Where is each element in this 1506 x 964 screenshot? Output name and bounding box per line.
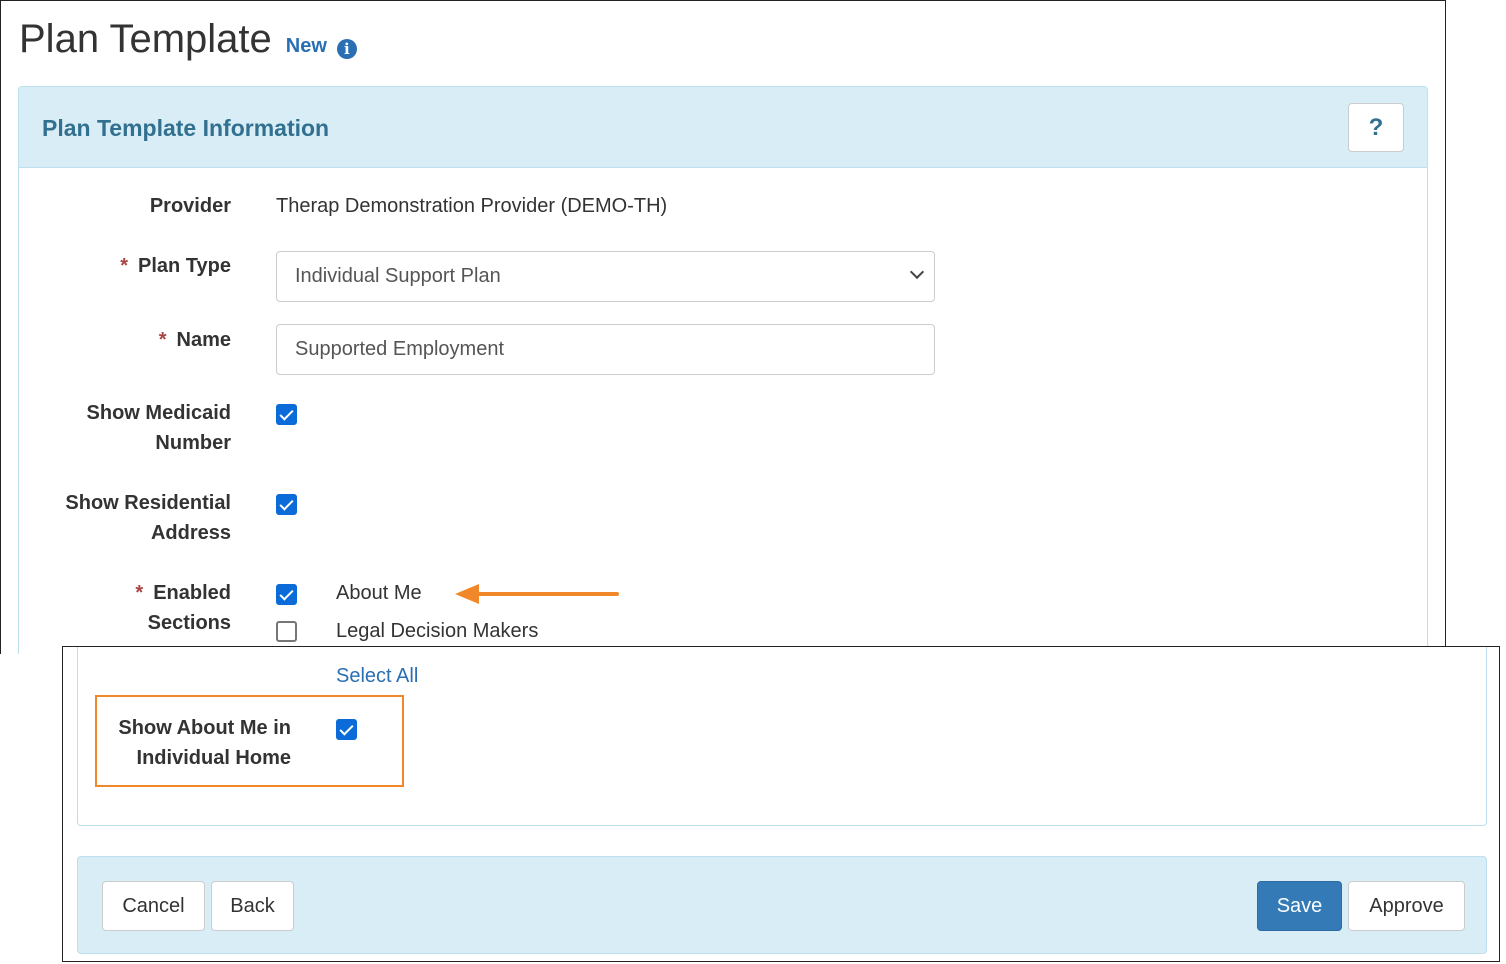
- panel-title: Plan Template Information: [42, 115, 330, 141]
- show-residential-label: Show Residential Address: [65, 492, 231, 544]
- required-marker: *: [135, 582, 144, 604]
- panel-heading: Plan Template Information ?: [19, 87, 1427, 168]
- name-input[interactable]: Supported Employment: [276, 324, 935, 375]
- annotation-arrow-icon: [455, 584, 619, 604]
- about-me-option-label[interactable]: About Me: [336, 578, 422, 608]
- name-label: * Name: [158, 329, 231, 351]
- page-status: New: [285, 35, 327, 57]
- show-residential-checkbox[interactable]: [276, 494, 297, 515]
- save-button[interactable]: Save: [1257, 881, 1342, 931]
- legal-decision-makers-option-label[interactable]: Legal Decision Makers: [336, 616, 538, 646]
- provider-value: Therap Demonstration Provider (DEMO-TH): [276, 195, 668, 217]
- approve-button[interactable]: Approve: [1348, 881, 1465, 931]
- form-screenshot-bottom: Select All Show About Me in Individual H…: [62, 646, 1500, 962]
- legal-decision-makers-checkbox[interactable]: [276, 621, 297, 642]
- annotation-highlight-box: [95, 695, 404, 787]
- about-me-checkbox[interactable]: [276, 584, 297, 605]
- form-screenshot-top: Plan Template New i Plan Template Inform…: [0, 0, 1446, 654]
- plan-type-select[interactable]: Individual Support Plan: [276, 251, 935, 302]
- page-header: Plan Template New i: [19, 17, 357, 62]
- show-medicaid-checkbox[interactable]: [276, 404, 297, 425]
- help-button[interactable]: ?: [1348, 103, 1404, 152]
- enabled-sections-label: * Enabled Sections: [135, 582, 231, 634]
- show-medicaid-label: Show Medicaid Number: [86, 402, 231, 454]
- select-all-link[interactable]: Select All: [336, 661, 418, 691]
- provider-label: Provider: [149, 195, 231, 217]
- chevron-down-icon: [909, 264, 925, 280]
- back-button[interactable]: Back: [211, 881, 294, 931]
- required-marker: *: [120, 255, 128, 277]
- form-footer: Cancel Back Save Approve: [77, 856, 1487, 954]
- cancel-button[interactable]: Cancel: [102, 881, 205, 931]
- info-circle-icon[interactable]: i: [336, 39, 357, 59]
- page-title: Plan Template: [19, 17, 272, 61]
- required-marker: *: [158, 329, 167, 351]
- plan-type-label: * Plan Type: [120, 255, 231, 277]
